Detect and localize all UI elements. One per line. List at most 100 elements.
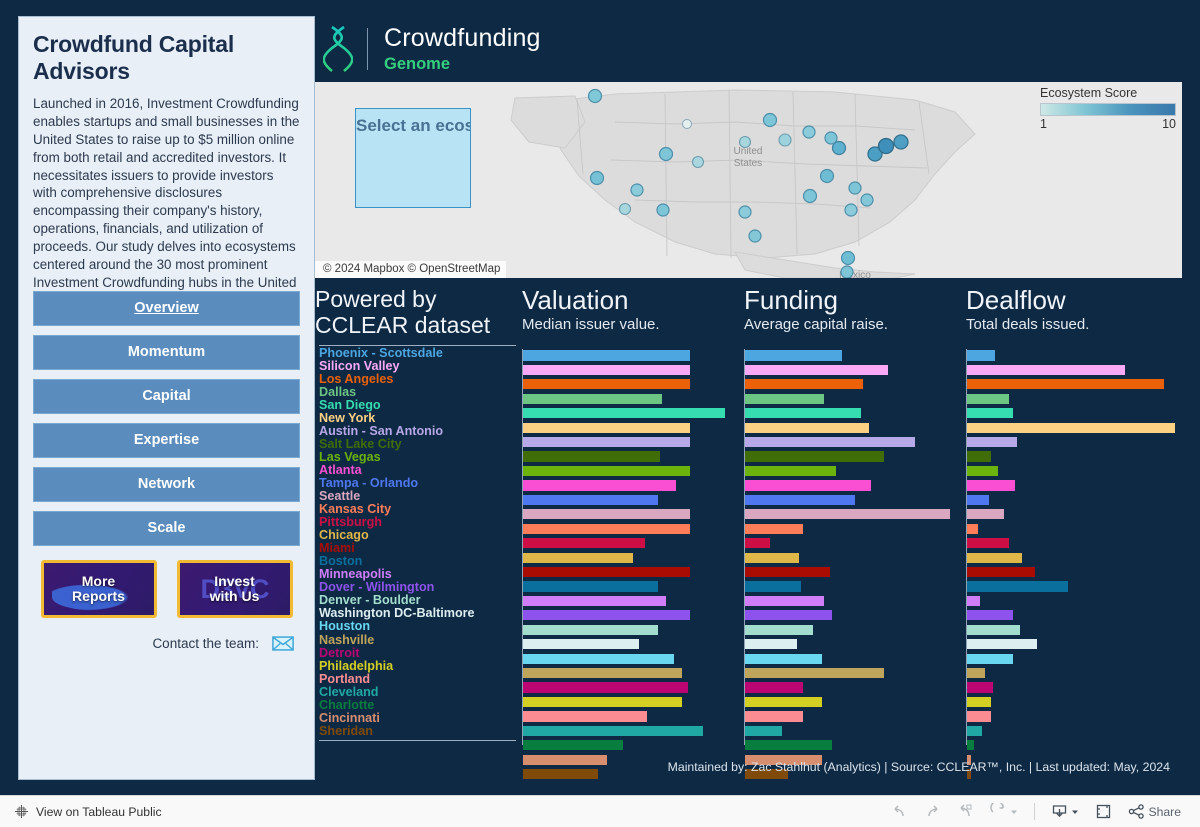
bar[interactable] <box>523 494 658 505</box>
bar[interactable] <box>523 595 666 607</box>
bar[interactable] <box>523 364 691 376</box>
bar-row[interactable] <box>967 552 1175 566</box>
bar-row[interactable] <box>967 668 1175 681</box>
bar[interactable] <box>967 364 1125 376</box>
bar-row[interactable] <box>523 422 725 436</box>
bar[interactable] <box>967 494 989 505</box>
bar-row[interactable] <box>967 725 1175 739</box>
ecosystem-list-item[interactable]: Cleveland <box>319 685 516 699</box>
bar[interactable] <box>745 408 861 419</box>
bar-row[interactable] <box>745 451 950 464</box>
bar-row[interactable] <box>523 566 725 580</box>
bar[interactable] <box>523 552 634 563</box>
bar[interactable] <box>745 364 888 376</box>
nav-button-network[interactable]: Network <box>33 467 300 503</box>
mail-icon[interactable] <box>272 636 294 651</box>
bar[interactable] <box>745 422 870 433</box>
bar[interactable] <box>745 581 801 592</box>
bar-row[interactable] <box>523 581 725 594</box>
ecosystem-list-item[interactable]: Portland <box>319 672 516 686</box>
ecosystem-list-item[interactable]: Salt Lake City <box>319 437 516 451</box>
bar-row[interactable] <box>523 364 725 378</box>
bar[interactable] <box>745 379 864 390</box>
bar-row[interactable] <box>745 740 950 753</box>
bar[interactable] <box>967 566 1035 578</box>
ecosystem-list[interactable]: Phoenix - Scottsdale Silicon Valley Los An… <box>319 346 516 738</box>
bar[interactable] <box>967 437 1018 448</box>
bar[interactable] <box>523 581 658 592</box>
nav-button-capital[interactable]: Capital <box>33 379 300 415</box>
bar-row[interactable] <box>523 538 725 551</box>
bar[interactable] <box>523 465 691 477</box>
undo-button[interactable] <box>884 799 915 824</box>
fullscreen-button[interactable] <box>1088 799 1119 824</box>
bar[interactable] <box>967 624 1020 635</box>
bar-row[interactable] <box>745 624 950 638</box>
bar-row[interactable] <box>967 480 1175 493</box>
download-button[interactable] <box>1044 799 1086 824</box>
ecosystem-list-item[interactable]: Silicon Valley <box>319 359 516 373</box>
ecosystem-list-item[interactable]: Nashville <box>319 633 516 647</box>
bar[interactable] <box>967 668 985 679</box>
bar[interactable] <box>745 509 950 520</box>
bar-row[interactable] <box>523 725 725 739</box>
bar[interactable] <box>745 668 884 679</box>
bar-row[interactable] <box>745 364 950 378</box>
bar-row[interactable] <box>745 437 950 450</box>
valuation-bars[interactable] <box>522 349 725 780</box>
bar[interactable] <box>523 696 683 708</box>
dealflow-bars[interactable] <box>966 349 1175 780</box>
bar[interactable] <box>745 494 855 505</box>
bar[interactable] <box>967 480 1016 491</box>
bar-row[interactable] <box>745 350 950 363</box>
bar-row[interactable] <box>745 668 950 681</box>
view-on-tableau-public-button[interactable]: View on Tableau Public <box>14 804 162 819</box>
bar[interactable] <box>967 653 1013 664</box>
bar-row[interactable] <box>967 393 1175 407</box>
bar-row[interactable] <box>745 595 950 609</box>
bar-row[interactable] <box>523 682 725 695</box>
bar[interactable] <box>745 451 884 462</box>
ecosystem-list-item[interactable]: Sheridan <box>319 724 516 738</box>
bar[interactable] <box>523 523 691 534</box>
bar-row[interactable] <box>523 696 725 710</box>
ecosystem-list-item[interactable]: Cincinnati <box>319 711 516 725</box>
bar-row[interactable] <box>745 711 950 724</box>
bar-row[interactable] <box>745 552 950 566</box>
bar[interactable] <box>967 408 1013 419</box>
bar[interactable] <box>745 523 803 534</box>
bar[interactable] <box>967 451 992 462</box>
bar-row[interactable] <box>745 494 950 508</box>
bar[interactable] <box>523 668 683 679</box>
bar-row[interactable] <box>967 451 1175 464</box>
bar-row[interactable] <box>745 393 950 407</box>
ecosystem-map[interactable]: United States Mexico Select an ecos Ecos… <box>315 82 1182 278</box>
bar[interactable] <box>967 682 994 693</box>
bar-row[interactable] <box>523 480 725 493</box>
bar-row[interactable] <box>523 711 725 724</box>
bar[interactable] <box>745 552 799 563</box>
bar-row[interactable] <box>967 422 1175 436</box>
bar-row[interactable] <box>967 740 1175 753</box>
bar-row[interactable] <box>523 451 725 464</box>
bar[interactable] <box>745 639 797 650</box>
ecosystem-list-item[interactable]: Houston <box>319 620 516 633</box>
bar[interactable] <box>967 523 978 534</box>
bar-row[interactable] <box>967 624 1175 638</box>
bar-row[interactable] <box>967 639 1175 652</box>
bar[interactable] <box>745 465 837 477</box>
bar[interactable] <box>523 408 725 419</box>
bar-row[interactable] <box>745 725 950 739</box>
bar[interactable] <box>745 538 770 549</box>
bar-row[interactable] <box>745 465 950 479</box>
bar[interactable] <box>967 509 1005 520</box>
bar-row[interactable] <box>967 523 1175 537</box>
bar-row[interactable] <box>523 624 725 638</box>
bar[interactable] <box>745 350 843 361</box>
bar-row[interactable] <box>745 408 950 421</box>
bar-row[interactable] <box>745 696 950 710</box>
bar[interactable] <box>523 740 623 751</box>
bar[interactable] <box>967 711 992 722</box>
bar[interactable] <box>523 610 691 621</box>
bar[interactable] <box>967 422 1175 433</box>
